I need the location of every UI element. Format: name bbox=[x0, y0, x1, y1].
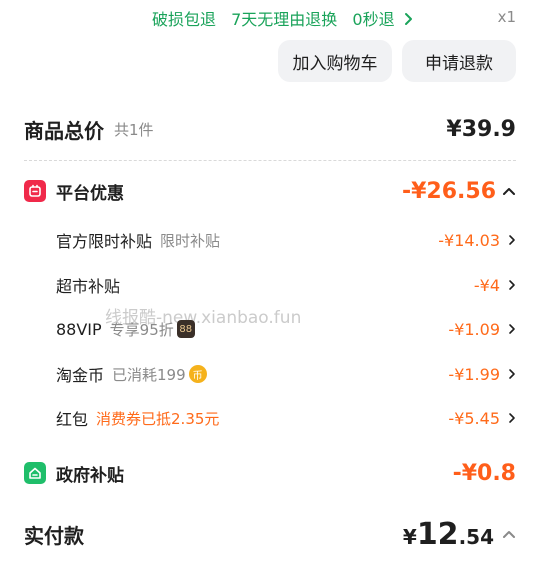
discount-item-value: -¥14.03 bbox=[438, 230, 500, 250]
discount-item-value-wrap: -¥1.99 bbox=[448, 365, 516, 384]
gov-subsidy-icon bbox=[24, 462, 46, 484]
chevron-right-icon bbox=[509, 235, 515, 245]
gov-subsidy-value: -¥0.8 bbox=[452, 460, 516, 486]
chevron-up-icon[interactable] bbox=[502, 186, 516, 196]
discount-item-88vip[interactable]: 88VIP 专享95折 88 -¥1.09 bbox=[56, 316, 516, 342]
discount-item-note: 已消耗199 bbox=[112, 365, 186, 384]
dashed-divider bbox=[24, 160, 516, 161]
chevron-right-icon bbox=[509, 280, 515, 290]
platform-discount-total: -¥26.56 bbox=[402, 179, 516, 204]
goods-count: 共1件 bbox=[114, 120, 154, 139]
discount-item-label: 红包 bbox=[56, 410, 89, 429]
paid-currency: ¥ bbox=[402, 524, 417, 549]
discount-item-taojinbi[interactable]: 淘金币 已消耗199 币 -¥1.99 bbox=[56, 361, 516, 387]
gov-subsidy-row[interactable]: 政府补贴 -¥0.8 bbox=[24, 458, 516, 488]
vip-88-icon: 88 bbox=[176, 320, 195, 338]
paid-decimal: .54 bbox=[458, 524, 494, 549]
chevron-right-icon bbox=[509, 413, 515, 423]
chevron-up-icon[interactable] bbox=[502, 529, 516, 539]
add-to-cart-button[interactable]: 加入购物车 bbox=[278, 40, 392, 82]
actual-paid-value: ¥ 12 .54 bbox=[403, 517, 516, 552]
guarantee-instant-refund: 0秒退 bbox=[352, 10, 395, 29]
discount-item-note: 消费券已抵2.35元 bbox=[96, 409, 220, 428]
platform-discount-value: -¥26.56 bbox=[401, 178, 496, 204]
discount-item-label: 淘金币 bbox=[56, 366, 105, 385]
discount-item-note: 限时补贴 bbox=[160, 231, 221, 250]
paid-integer: 12 bbox=[416, 516, 459, 552]
discount-item-official-subsidy[interactable]: 官方限时补贴 限时补贴 -¥14.03 bbox=[56, 227, 516, 253]
guarantee-list[interactable]: 破损包退 7天无理由退换 0秒退 bbox=[152, 6, 414, 30]
chevron-right-icon bbox=[404, 13, 412, 25]
discount-item-label: 超市补贴 bbox=[56, 277, 121, 296]
gov-subsidy-title: 政府补贴 bbox=[56, 465, 124, 486]
discount-item-value: -¥1.99 bbox=[448, 364, 500, 384]
discount-item-red-packet[interactable]: 红包 消费券已抵2.35元 -¥5.45 bbox=[56, 405, 516, 431]
chevron-right-icon bbox=[509, 324, 515, 334]
actual-paid-row[interactable]: 实付款 ¥ 12 .54 bbox=[24, 516, 516, 552]
goods-total-label: 商品总价 bbox=[24, 118, 104, 143]
discount-item-value-wrap: -¥14.03 bbox=[438, 231, 516, 250]
actual-paid-label: 实付款 bbox=[24, 523, 84, 548]
discount-item-value-wrap: -¥5.45 bbox=[448, 409, 516, 428]
coin-icon: 币 bbox=[188, 365, 207, 383]
platform-discount-icon bbox=[24, 180, 46, 202]
discount-item-supermarket-subsidy[interactable]: 超市补贴 -¥4 bbox=[56, 272, 516, 298]
request-refund-button[interactable]: 申请退款 bbox=[402, 40, 516, 82]
discount-item-value-wrap: -¥4 bbox=[474, 276, 516, 295]
service-guarantee-bar[interactable]: 破损包退 7天无理由退换 0秒退 x1 bbox=[0, 0, 540, 36]
guarantee-7day-return: 7天无理由退换 bbox=[231, 10, 338, 29]
discount-item-note: 专享95折 bbox=[109, 320, 174, 339]
chevron-right-icon bbox=[509, 369, 515, 379]
discount-item-value-wrap: -¥1.09 bbox=[448, 320, 516, 339]
discount-item-value: -¥4 bbox=[473, 275, 500, 295]
platform-discount-row[interactable]: 平台优惠 -¥26.56 bbox=[24, 176, 516, 206]
goods-total-row: 商品总价 共1件 ¥39.9 bbox=[24, 110, 516, 148]
discount-item-value: -¥5.45 bbox=[448, 408, 500, 428]
discount-item-label: 88VIP bbox=[56, 319, 102, 339]
discount-item-value: -¥1.09 bbox=[448, 319, 500, 339]
discount-item-label: 官方限时补贴 bbox=[56, 232, 153, 251]
guarantee-damage-return: 破损包退 bbox=[152, 10, 217, 29]
goods-total-value: ¥39.9 bbox=[446, 116, 516, 142]
platform-discount-title: 平台优惠 bbox=[56, 183, 124, 204]
item-quantity: x1 bbox=[497, 8, 516, 26]
